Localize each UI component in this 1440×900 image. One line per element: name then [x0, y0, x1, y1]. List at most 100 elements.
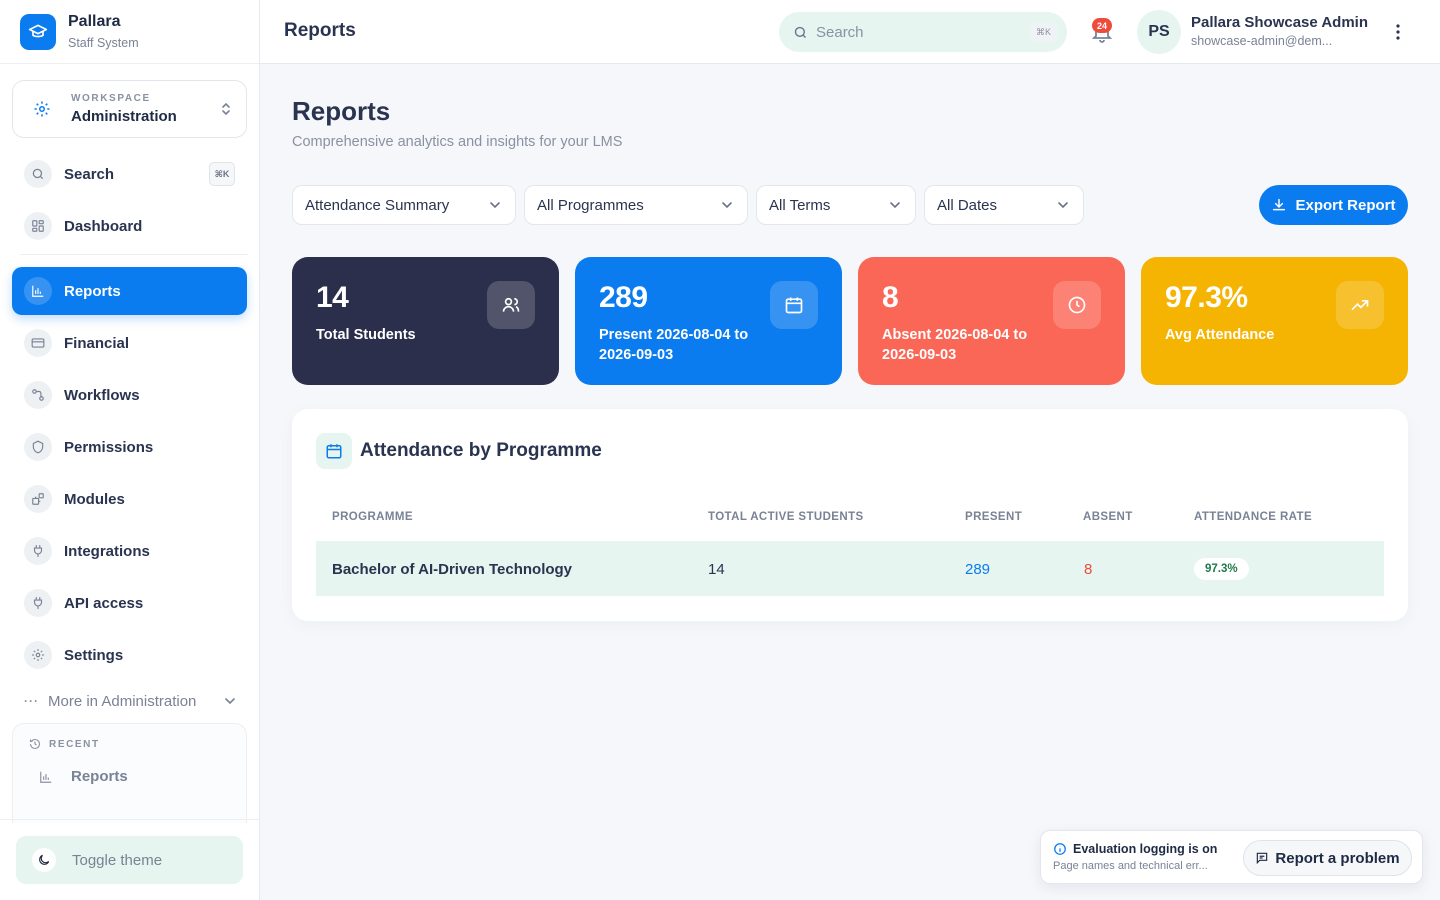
column-header[interactable]: PROGRAMME: [332, 511, 413, 523]
chevron-down-icon: [890, 202, 900, 209]
sidebar-item-settings[interactable]: Settings: [12, 631, 247, 679]
user-info[interactable]: Pallara Showcase Admin showcase-admin@de…: [1191, 14, 1376, 48]
stat-label: Total Students: [316, 327, 416, 343]
header-title: Reports: [284, 20, 356, 41]
cell-present: 289: [965, 561, 991, 578]
sidebar-item-label: Workflows: [64, 386, 140, 404]
stat-card-avg-attendance: 97.3% Avg Attendance: [1141, 257, 1408, 385]
sidebar-item-dashboard[interactable]: Dashboard: [12, 202, 247, 250]
plug-icon: [24, 589, 52, 617]
graduation-cap-icon: [20, 13, 56, 50]
export-label: Export Report: [1295, 196, 1396, 214]
table-row[interactable]: Bachelor of AI-Driven Technology 14 289 …: [316, 541, 1384, 596]
brand[interactable]: Pallara Staff System: [0, 0, 259, 64]
shield-icon: [24, 433, 52, 461]
workspace-label: WORKSPACE: [71, 93, 151, 104]
chevron-down-icon: [1058, 202, 1068, 209]
toast-title-text: Evaluation logging is on: [1073, 842, 1218, 856]
report-problem-button[interactable]: Report a problem: [1243, 840, 1412, 876]
export-report-button[interactable]: Export Report: [1259, 185, 1408, 225]
notification-badge: 24: [1092, 18, 1112, 33]
cell-programme: Bachelor of AI-Driven Technology: [332, 561, 573, 578]
search-icon: [24, 160, 52, 188]
chevron-down-icon: [225, 698, 235, 705]
stat-label: Absent 2026-08-04 to 2026-09-03: [882, 327, 1028, 363]
column-header[interactable]: PRESENT: [965, 511, 1022, 523]
sidebar-item-label: Permissions: [64, 438, 154, 456]
workspace-value: Administration: [71, 108, 177, 125]
panel-title: Attendance by Programme: [360, 440, 602, 461]
page-title: Reports: [292, 96, 391, 126]
recent-section: RECENT Reports: [12, 723, 247, 823]
select-value: All Terms: [769, 196, 831, 214]
user-name: Pallara Showcase Admin: [1191, 14, 1369, 31]
sidebar-item-permissions[interactable]: Permissions: [12, 423, 247, 471]
users-icon: [487, 281, 535, 329]
info-icon: [1054, 843, 1066, 855]
gear-icon: [24, 641, 52, 669]
bar-chart-icon: [40, 771, 52, 783]
calendar-icon: [316, 433, 352, 469]
search-bar[interactable]: ⌘K: [779, 12, 1067, 52]
search-icon: [794, 26, 806, 38]
download-icon: [1273, 198, 1286, 211]
column-header[interactable]: ABSENT: [1083, 511, 1133, 523]
chevron-up-down-icon: [222, 102, 230, 116]
sidebar-item-reports[interactable]: Reports: [12, 267, 247, 315]
dashboard-icon: [24, 212, 52, 240]
calendar-icon: [770, 281, 818, 329]
sidebar-item-financial[interactable]: Financial: [12, 319, 247, 367]
sidebar-item-api-access[interactable]: API access: [12, 579, 247, 627]
sidebar-item-search[interactable]: Search ⌘K: [12, 150, 247, 198]
workflow-icon: [24, 381, 52, 409]
toast-title: Evaluation logging is on: [1053, 842, 1217, 856]
sidebar-divider: [20, 254, 248, 255]
credit-card-icon: [24, 329, 52, 357]
select-value: All Dates: [937, 196, 998, 214]
attendance-table-panel: Attendance by Programme PROGRAMME TOTAL …: [292, 409, 1408, 621]
modules-icon: [24, 485, 52, 513]
avatar[interactable]: PS: [1137, 10, 1181, 54]
stat-card-absent: 8 Absent 2026-08-04 to 2026-09-03: [858, 257, 1125, 385]
cell-absent: 8: [1084, 561, 1093, 578]
term-select[interactable]: All Terms: [756, 185, 916, 225]
message-icon: [1257, 852, 1268, 865]
more-label: More in Administration: [48, 692, 197, 710]
clock-icon: [1053, 281, 1101, 329]
stat-card-present: 289 Present 2026-08-04 to 2026-09-03: [575, 257, 842, 385]
programme-select[interactable]: All Programmes: [524, 185, 748, 225]
date-select[interactable]: All Dates: [924, 185, 1084, 225]
sidebar-item-workflows[interactable]: Workflows: [12, 371, 247, 419]
recent-heading: RECENT: [13, 724, 246, 750]
sidebar-item-label: Reports: [64, 282, 121, 300]
column-header[interactable]: TOTAL ACTIVE STUDENTS: [708, 511, 864, 523]
trending-up-icon: [1336, 281, 1384, 329]
workspace-switcher[interactable]: WORKSPACE Administration: [12, 80, 247, 138]
recent-item-label: Reports: [71, 768, 128, 785]
toast-text: Page names and technical err...: [1053, 860, 1208, 872]
sidebar-item-label: Settings: [64, 646, 124, 664]
report-type-select[interactable]: Attendance Summary: [292, 185, 516, 225]
evaluation-logging-toast: Evaluation logging is on Page names and …: [1040, 830, 1423, 884]
select-value: All Programmes: [537, 196, 644, 214]
gear-icon: [34, 101, 50, 117]
search-input[interactable]: [816, 23, 1030, 41]
cell-total: 14: [708, 561, 725, 578]
sidebar-item-modules[interactable]: Modules: [12, 475, 247, 523]
plug-icon: [24, 537, 52, 565]
stat-label: Present 2026-08-04 to 2026-09-03: [599, 327, 749, 363]
more-in-workspace[interactable]: ··· More in Administration: [24, 688, 236, 714]
column-header[interactable]: ATTENDANCE RATE: [1194, 511, 1312, 523]
sidebar-item-label: Modules: [64, 490, 125, 508]
recent-item-reports[interactable]: Reports: [13, 750, 246, 785]
sidebar-item-integrations[interactable]: Integrations: [12, 527, 247, 575]
sidebar-divider: [0, 819, 260, 820]
stat-card-total-students: 14 Total Students: [292, 257, 559, 385]
more-vertical-icon[interactable]: [1390, 22, 1406, 42]
toggle-theme-label: Toggle theme: [72, 851, 163, 869]
sidebar-item-label: Financial: [64, 334, 130, 352]
select-value: Attendance Summary: [305, 196, 450, 214]
sidebar: Pallara Staff System WORKSPACE Administr…: [0, 0, 260, 900]
sidebar-item-label: Dashboard: [64, 217, 143, 235]
toggle-theme-button[interactable]: Toggle theme: [16, 836, 243, 884]
